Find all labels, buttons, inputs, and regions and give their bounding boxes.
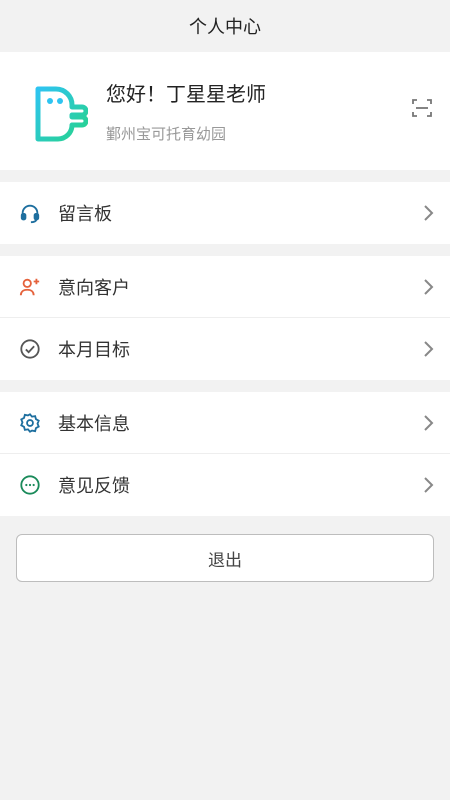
- menu-item-label: 基本信息: [58, 413, 130, 435]
- page-header: 个人中心: [0, 0, 450, 52]
- menu-group-3: 基本信息 意见反馈: [0, 392, 450, 516]
- chevron-right-icon: [424, 205, 434, 221]
- add-person-icon: [18, 275, 42, 299]
- gear-icon: [18, 411, 42, 435]
- menu-item-label: 本月目标: [58, 340, 130, 361]
- logout-button[interactable]: 退出: [16, 534, 434, 582]
- profile-card: 您好！丁星星老师 鄞州宝可托育幼园: [0, 52, 450, 170]
- menu-item-basic-info[interactable]: 基本信息: [0, 392, 450, 454]
- chevron-right-icon: [424, 278, 434, 295]
- menu-item-label: 意向客户: [58, 277, 130, 299]
- page-title: 个人中心: [189, 17, 261, 38]
- menu-item-prospects[interactable]: 意向客户: [0, 256, 450, 318]
- brand-logo-icon: [35, 86, 88, 142]
- menu-item-message-board[interactable]: 留言板: [0, 182, 450, 244]
- check-circle-icon: [18, 337, 42, 361]
- logout-section: 退出: [0, 518, 450, 582]
- chevron-right-icon: [424, 414, 434, 431]
- menu-group-1: 留言板: [0, 182, 450, 244]
- headset-icon: [18, 201, 42, 225]
- menu-group-2: 意向客户 本月目标: [0, 256, 450, 380]
- chevron-right-icon: [424, 477, 434, 493]
- greeting-text: 您好！丁星星老师: [106, 82, 266, 106]
- menu-item-feedback[interactable]: 意见反馈: [0, 454, 450, 516]
- scan-icon[interactable]: [410, 96, 434, 120]
- menu-item-label: 意见反馈: [58, 476, 130, 497]
- chevron-right-icon: [424, 341, 434, 357]
- chat-dots-icon: [18, 473, 42, 497]
- menu-item-label: 留言板: [58, 204, 112, 225]
- menu-item-monthly-goal[interactable]: 本月目标: [0, 318, 450, 380]
- school-name: 鄞州宝可托育幼园: [106, 125, 227, 143]
